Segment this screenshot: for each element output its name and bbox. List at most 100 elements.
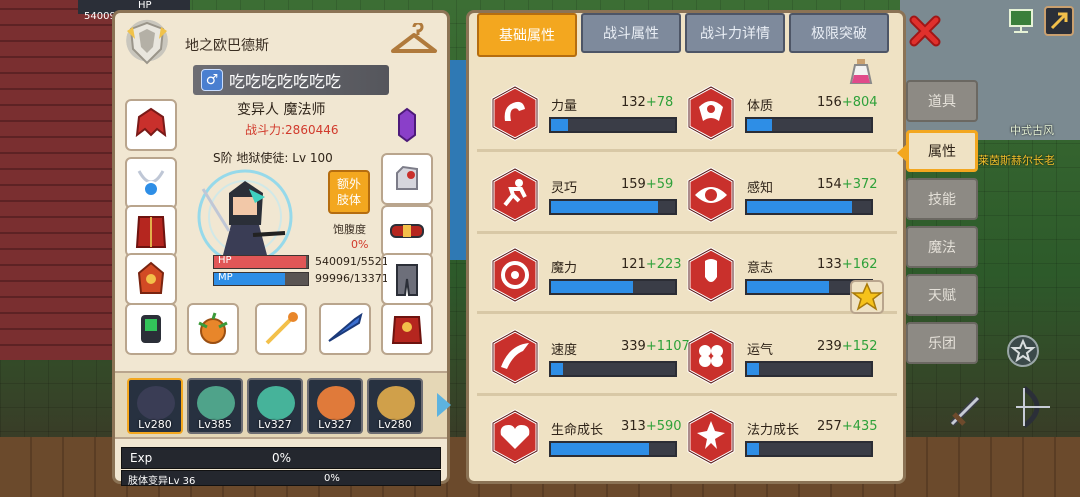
tab-limit-break[interactable]: 极限突破 xyxy=(789,13,889,53)
attr-progress-bar xyxy=(549,279,677,295)
willpower-icon[interactable] xyxy=(685,247,737,303)
magic-icon[interactable] xyxy=(489,247,541,303)
attr-progress-fill xyxy=(747,201,853,213)
equip-slot-staff[interactable] xyxy=(255,303,307,355)
exp-percent: 0% xyxy=(272,451,292,465)
equip-slot-pumpkin-charm[interactable] xyxy=(187,303,239,355)
tab-combat-power-details[interactable]: 战斗力详情 xyxy=(685,13,785,53)
attribute-tabs: 基础属性 战斗属性 战斗力详情 极限突破 xyxy=(477,13,889,57)
side-menu-magic[interactable]: 魔法 xyxy=(906,226,978,268)
party-roster: Lv280 Lv385 Lv327 Lv327 Lv280 xyxy=(115,371,447,439)
attr-progress-bar xyxy=(745,441,873,457)
hp-text: 540091/5521 xyxy=(315,255,387,268)
favorite-star-icon[interactable] xyxy=(849,279,885,315)
party-member-4-level: Lv327 xyxy=(318,418,352,431)
mp-text: 99996/13371 xyxy=(315,272,387,285)
race-class-label: 变异人 魔法师 xyxy=(237,102,326,118)
attr-progress-bar xyxy=(745,361,873,377)
extra-limb-label-line2: 肢体 xyxy=(336,193,361,207)
party-member-5[interactable]: Lv280 xyxy=(367,378,423,434)
attr-card-perception: 感知 154+372 xyxy=(685,163,878,233)
attr-card-agility: 灵巧 159+59 xyxy=(489,163,681,233)
bow-skill-icon[interactable] xyxy=(1010,382,1056,432)
attr-divider-4 xyxy=(477,393,897,396)
tab-basic-attributes[interactable]: 基础属性 xyxy=(477,13,577,57)
attr-progress-bar xyxy=(549,441,677,457)
attr-divider-1 xyxy=(477,149,897,152)
side-menu-band[interactable]: 乐团 xyxy=(906,322,978,364)
party-member-2-avatar xyxy=(197,386,235,420)
equip-slot-helmet[interactable] xyxy=(125,99,177,151)
party-member-3-avatar xyxy=(257,386,295,420)
combat-power-value: 战斗力:2860446 xyxy=(245,123,339,137)
attr-card-strength: 力量 132+78 xyxy=(489,81,681,151)
sword-attack-icon[interactable] xyxy=(944,390,988,430)
town-name-label: 中式古风 xyxy=(1010,124,1054,137)
attr-progress-bar xyxy=(745,199,873,215)
attr-progress-fill xyxy=(551,443,649,455)
hud-star-icon[interactable] xyxy=(1006,334,1040,368)
equip-slot-belt[interactable] xyxy=(381,205,433,257)
party-member-1[interactable]: Lv280 xyxy=(127,378,183,434)
equip-slot-cape[interactable] xyxy=(381,303,433,355)
limb-mutation-label: 肢体变异Lv 36 xyxy=(128,476,196,487)
mana-growth-icon[interactable] xyxy=(685,409,737,465)
equip-slot-crest[interactable] xyxy=(381,99,433,151)
luck-icon[interactable] xyxy=(685,329,737,385)
attr-card-speed: 速度 339+1107 xyxy=(489,325,690,395)
extra-limb-button[interactable]: 额外 肢体 xyxy=(328,170,370,214)
equip-slot-gauntlet[interactable] xyxy=(125,253,177,305)
constitution-icon[interactable] xyxy=(685,85,737,141)
network-icon[interactable] xyxy=(1004,4,1038,38)
party-member-1-avatar xyxy=(137,386,175,420)
attr-value: 154+372 xyxy=(817,177,878,192)
attr-value: 239+152 xyxy=(817,339,878,354)
party-member-4[interactable]: Lv327 xyxy=(307,378,363,434)
attr-value: 133+162 xyxy=(817,257,878,272)
party-next-arrow-icon[interactable] xyxy=(437,393,451,417)
equip-slot-fish-weapon[interactable] xyxy=(319,303,371,355)
red-brick-building xyxy=(0,0,120,360)
party-member-5-avatar xyxy=(377,386,415,420)
equip-slot-necklace[interactable] xyxy=(125,157,177,209)
agility-icon[interactable] xyxy=(489,167,541,223)
attr-value: 121+223 xyxy=(621,257,682,272)
tab-combat-attributes[interactable]: 战斗属性 xyxy=(581,13,681,53)
life-growth-icon[interactable] xyxy=(489,409,541,465)
attr-base-value: 121 xyxy=(621,257,646,272)
attr-card-magic: 魔力 121+223 xyxy=(489,243,682,313)
equip-slot-boots[interactable] xyxy=(125,303,177,355)
party-member-2-level: Lv385 xyxy=(198,418,232,431)
party-member-3[interactable]: Lv327 xyxy=(247,378,303,434)
fullscreen-icon[interactable] xyxy=(1042,4,1076,38)
attr-progress-bar xyxy=(549,199,677,215)
attr-base-value: 154 xyxy=(817,177,842,192)
strength-icon[interactable] xyxy=(489,85,541,141)
attr-bonus-value: +162 xyxy=(841,257,878,272)
wardrobe-hanger-icon[interactable] xyxy=(389,21,439,59)
hp-bar: HP xyxy=(213,255,309,269)
male-gender-icon: ♂ xyxy=(201,69,223,91)
attr-progress-fill xyxy=(747,119,772,131)
attr-name: 意志 xyxy=(747,261,774,276)
attr-value: 159+59 xyxy=(621,177,673,192)
party-member-3-level: Lv327 xyxy=(258,418,292,431)
exp-bar: Exp 0% xyxy=(121,447,441,469)
speed-icon[interactable] xyxy=(489,329,541,385)
equip-slot-armor[interactable] xyxy=(125,205,177,257)
attribute-panel: 基础属性 战斗属性 战斗力详情 极限突破 力量 132+78 体质 156+804 灵巧… xyxy=(466,10,906,484)
equip-slot-glove[interactable] xyxy=(381,153,433,205)
party-member-2[interactable]: Lv385 xyxy=(187,378,243,434)
side-menu-items[interactable]: 道具 xyxy=(906,80,978,122)
side-menu-attributes[interactable]: 属性 xyxy=(897,130,978,172)
equip-slot-legs[interactable] xyxy=(381,253,433,305)
attr-progress-fill xyxy=(747,363,760,375)
attr-bonus-value: +804 xyxy=(841,95,878,110)
side-menu-talents[interactable]: 天赋 xyxy=(906,274,978,316)
perception-icon[interactable] xyxy=(685,167,737,223)
attr-name: 力量 xyxy=(551,99,578,114)
side-menu-skills[interactable]: 技能 xyxy=(906,178,978,220)
mp-label: MP xyxy=(218,272,233,283)
close-icon[interactable] xyxy=(908,14,942,48)
attr-value: 156+804 xyxy=(817,95,878,110)
